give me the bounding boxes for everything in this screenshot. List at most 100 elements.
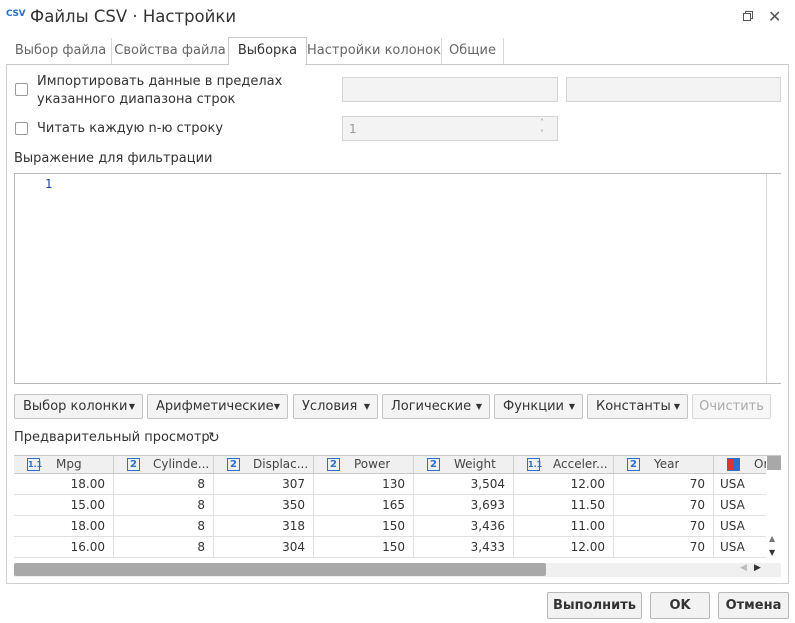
horizontal-scroll-thumb[interactable] — [14, 563, 546, 576]
range-to-input[interactable] — [566, 77, 781, 102]
table-cell[interactable]: 70 — [614, 474, 714, 495]
column-header-power[interactable]: 2 Power — [314, 456, 414, 474]
table-cell[interactable]: 18.00 — [14, 474, 114, 495]
table-cell[interactable]: 150 — [314, 516, 414, 537]
column-header-mpg[interactable]: 1.1 Mpg — [14, 456, 114, 474]
nth-row-checkbox[interactable] — [15, 122, 28, 135]
close-icon[interactable]: ✕ — [768, 9, 781, 25]
run-button[interactable]: Выполнить — [547, 592, 642, 619]
decimal-type-icon: 1.1 — [527, 458, 543, 471]
tab-column-settings[interactable]: Настройки колонок — [307, 38, 442, 64]
column-header-displacement[interactable]: 2 Displac... — [214, 456, 314, 474]
integer-type-icon: 2 — [627, 458, 640, 471]
integer-type-icon: 2 — [127, 458, 140, 471]
column-header-cylinders[interactable]: 2 Cylinde... — [114, 456, 214, 474]
table-cell[interactable]: 165 — [314, 495, 414, 516]
table-cell[interactable]: 350 — [214, 495, 314, 516]
table-cell[interactable]: 15.00 — [14, 495, 114, 516]
column-header-label: Displac... — [253, 457, 309, 471]
range-from-input[interactable] — [342, 77, 558, 102]
table-cell[interactable]: 304 — [214, 537, 314, 558]
table-cell[interactable]: 3,433 — [414, 537, 514, 558]
table-cell[interactable]: 8 — [114, 537, 214, 558]
preview-grid: 1.1 Mpg 2 Cylinde... 2 Displac... 2 Powe… — [14, 455, 781, 563]
column-header-label: Year — [654, 457, 680, 471]
clear-button[interactable]: Очистить — [692, 394, 771, 419]
refresh-icon[interactable]: ↻ — [208, 430, 220, 446]
table-cell[interactable]: 8 — [114, 474, 214, 495]
dialog-title: Файлы CSV · Настройки — [30, 7, 237, 26]
tab-selection[interactable]: Выборка — [228, 37, 307, 65]
column-header-label: Weight — [454, 457, 496, 471]
scroll-thumb[interactable] — [767, 456, 781, 470]
functions-label: Функции — [503, 399, 564, 414]
conditions-label: Условия — [302, 399, 358, 414]
filter-label: Выражение для фильтрации — [14, 151, 213, 166]
scroll-down-icon[interactable]: ▼ — [769, 548, 775, 557]
chevron-down-icon: ▼ — [475, 402, 482, 411]
decimal-type-icon: 1.1 — [27, 458, 43, 471]
scroll-left-icon[interactable]: ◀ — [740, 563, 747, 573]
functions-button[interactable]: Функции ▼ — [494, 394, 583, 419]
constants-button[interactable]: Константы ▼ — [587, 394, 688, 419]
table-cell[interactable]: 11.50 — [514, 495, 614, 516]
table-type-icon — [727, 458, 740, 471]
chevron-down-icon: ▼ — [128, 402, 135, 411]
column-header-label: Mpg — [56, 457, 82, 471]
range-checkbox[interactable] — [15, 83, 28, 96]
table-cell[interactable]: 307 — [214, 474, 314, 495]
table-cell[interactable]: 70 — [614, 516, 714, 537]
table-cell[interactable]: 3,436 — [414, 516, 514, 537]
table-cell[interactable]: 18.00 — [14, 516, 114, 537]
nth-row-stepper[interactable]: 1 ˄ ˅ — [342, 116, 558, 141]
table-cell[interactable]: 8 — [114, 516, 214, 537]
column-header-weight[interactable]: 2 Weight — [414, 456, 514, 474]
conditions-button[interactable]: Условия ▼ — [293, 394, 378, 419]
chevron-down-icon: ▼ — [673, 402, 680, 411]
column-header-label: Acceler... — [553, 457, 608, 471]
logical-label: Логические — [391, 399, 472, 414]
integer-type-icon: 2 — [227, 458, 240, 471]
logical-button[interactable]: Логические ▼ — [382, 394, 490, 419]
table-cell[interactable]: 8 — [114, 495, 214, 516]
scroll-right-icon[interactable]: ▶ — [754, 563, 761, 573]
scroll-up-icon[interactable]: ▲ — [769, 534, 775, 543]
table-cell[interactable]: 12.00 — [514, 474, 614, 495]
ok-button[interactable]: OK — [650, 592, 710, 619]
arithmetic-button[interactable]: Арифметические ▼ — [147, 394, 288, 419]
table-cell[interactable]: 150 — [314, 537, 414, 558]
table-cell[interactable]: 12.00 — [514, 537, 614, 558]
table-cell[interactable]: 318 — [214, 516, 314, 537]
column-select-button[interactable]: Выбор колонки ▼ — [14, 394, 143, 419]
chevron-down-icon: ▼ — [273, 402, 280, 411]
tab-file-select[interactable]: Выбор файла — [10, 38, 112, 64]
chevron-down-icon: ▼ — [568, 402, 575, 411]
range-label: Импортировать данные в пределах указанно… — [37, 73, 282, 109]
range-label-line1: Импортировать данные в пределах — [37, 74, 283, 89]
integer-type-icon: 2 — [427, 458, 440, 471]
cancel-button[interactable]: Отмена — [718, 592, 789, 619]
column-header-label: Cylinde... — [153, 457, 210, 471]
table-cell[interactable]: 70 — [614, 495, 714, 516]
chevron-down-icon: ▼ — [363, 402, 370, 411]
table-cell[interactable]: 3,693 — [414, 495, 514, 516]
table-cell[interactable]: 3,504 — [414, 474, 514, 495]
table-cell[interactable]: 70 — [614, 537, 714, 558]
integer-type-icon: 2 — [327, 458, 340, 471]
column-header-acceleration[interactable]: 1.1 Acceler... — [514, 456, 614, 474]
stepper-down-icon[interactable]: ˅ — [540, 128, 544, 139]
table-cell[interactable]: 11.00 — [514, 516, 614, 537]
tab-general[interactable]: Общие — [442, 38, 504, 64]
column-header-label: Power — [354, 457, 391, 471]
filter-editor[interactable] — [14, 173, 781, 384]
csv-logo-icon: CSV — [6, 9, 26, 19]
stepper-up-icon[interactable]: ˄ — [540, 117, 544, 128]
editor-scrollbar[interactable] — [766, 174, 781, 383]
tab-file-properties[interactable]: Свойства файла — [112, 38, 229, 64]
column-select-label: Выбор колонки — [23, 399, 128, 414]
table-cell[interactable]: 16.00 — [14, 537, 114, 558]
grid-vertical-scrollbar[interactable]: ▲ ▼ — [766, 456, 781, 562]
restore-icon[interactable] — [743, 11, 753, 21]
table-cell[interactable]: 130 — [314, 474, 414, 495]
column-header-year[interactable]: 2 Year — [614, 456, 714, 474]
